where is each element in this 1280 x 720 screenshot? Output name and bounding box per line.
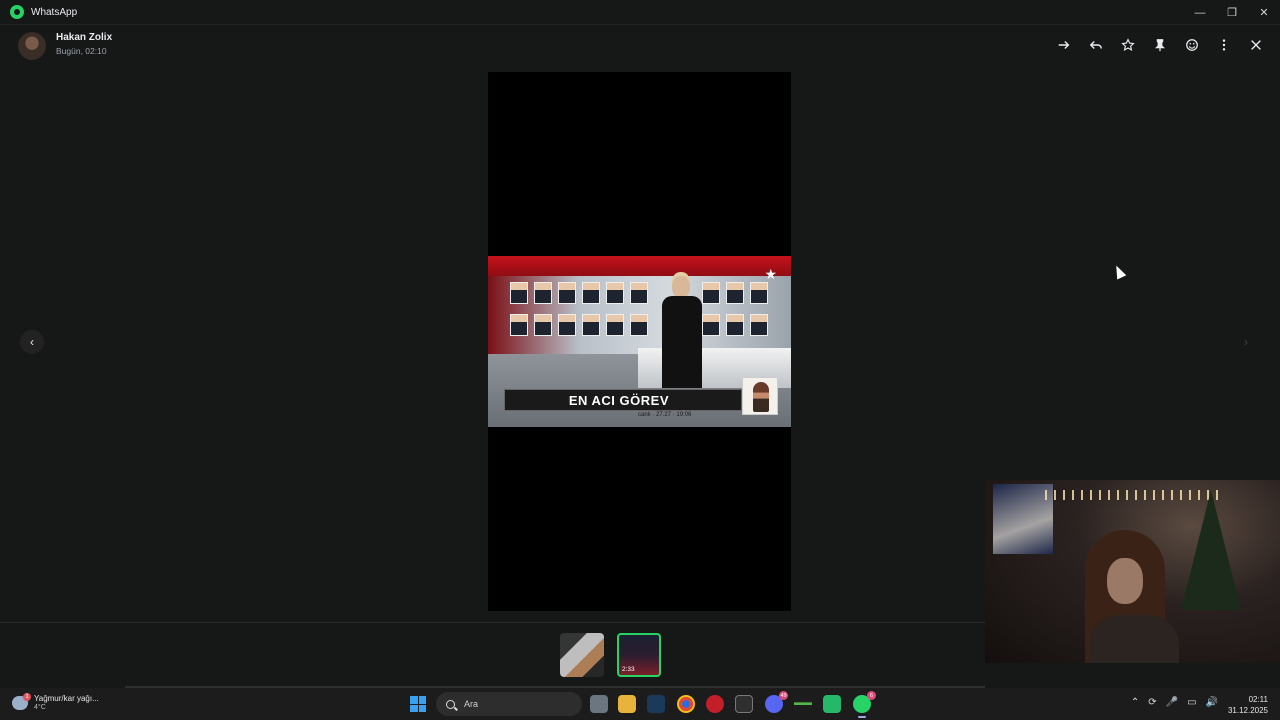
chrome-icon[interactable] xyxy=(677,695,695,713)
channel-logo-icon: ★ xyxy=(764,266,777,282)
steam-icon[interactable] xyxy=(647,695,665,713)
video-player[interactable]: ★ EN ACI GÖREV canlı · 27.27 · 19:06 xyxy=(488,72,791,611)
more-icon xyxy=(1222,39,1226,51)
media-viewer-header: Hakan Zolix Bugün, 02:10 xyxy=(0,25,1280,67)
studio-wall xyxy=(488,276,791,354)
video-ticker: canlı · 27.27 · 19:06 xyxy=(638,412,692,418)
weather-temperature: 4°C xyxy=(34,704,46,711)
clock[interactable]: 02:11 31.12.2025 xyxy=(1228,694,1268,716)
taskbar-search[interactable]: Ara xyxy=(436,692,582,716)
taskbar: 1 Yağmur/kar yağı... 4°C Ara 49 6 ⌃ ⟳ 🎤 … xyxy=(0,688,1280,720)
discord-icon[interactable]: 49 xyxy=(765,691,788,713)
system-tray: ⌃ ⟳ 🎤 ▭ 🔊 xyxy=(1131,697,1218,708)
star-icon xyxy=(1121,38,1135,52)
mouse-cursor-icon xyxy=(1111,263,1127,280)
weather-description: Yağmur/kar yağı... xyxy=(34,694,99,703)
webcam-overlay xyxy=(985,480,1280,663)
microphone-icon[interactable]: 🎤 xyxy=(1166,697,1178,708)
reply-button[interactable] xyxy=(1086,35,1106,55)
sign-language-box xyxy=(742,377,778,415)
reply-icon xyxy=(1089,41,1102,49)
window-controls: — ❐ ✕ xyxy=(1184,0,1280,25)
weather-badge: 1 xyxy=(23,692,31,701)
sender-time: Bugün, 02:10 xyxy=(56,46,107,56)
display-icon[interactable]: ▭ xyxy=(1187,697,1196,708)
terminal-icon[interactable] xyxy=(735,695,753,713)
more-options-button[interactable] xyxy=(1214,35,1234,55)
sync-icon[interactable]: ⟳ xyxy=(1148,697,1156,708)
search-placeholder: Ara xyxy=(464,699,479,709)
studio-red-band xyxy=(488,256,791,278)
restore-button[interactable]: ❐ xyxy=(1216,0,1248,25)
start-button[interactable] xyxy=(410,696,426,712)
close-viewer-button[interactable] xyxy=(1246,35,1266,55)
search-icon xyxy=(446,699,455,709)
react-button[interactable] xyxy=(1182,35,1202,55)
chevron-right-icon: › xyxy=(1244,335,1248,349)
previous-media-button[interactable]: ‹ xyxy=(20,330,44,354)
discord-badge: 49 xyxy=(779,691,788,700)
forward-icon xyxy=(1058,41,1070,49)
weather-widget[interactable]: 1 Yağmur/kar yağı... 4°C xyxy=(12,692,99,711)
speaker-icon[interactable]: 🔊 xyxy=(1206,697,1218,708)
video-frame: ★ EN ACI GÖREV canlı · 27.27 · 19:06 xyxy=(488,256,791,427)
forward-button[interactable] xyxy=(1054,35,1074,55)
whatsapp-badge: 6 xyxy=(867,691,876,700)
window-title: WhatsApp xyxy=(31,6,78,18)
clock-time: 02:11 xyxy=(1248,695,1268,704)
file-explorer-icon[interactable] xyxy=(618,695,636,713)
viewer-actions xyxy=(1054,35,1266,55)
avatar[interactable] xyxy=(18,32,46,60)
minimize-button[interactable]: — xyxy=(1184,0,1216,25)
star-button[interactable] xyxy=(1118,35,1138,55)
clock-date: 31.12.2025 xyxy=(1227,706,1268,715)
sender-info: Hakan Zolix Bugün, 02:10 xyxy=(56,32,112,56)
lower-third: EN ACI GÖREV xyxy=(504,389,742,411)
android-app-icon[interactable] xyxy=(823,695,841,713)
weather-icon: 1 xyxy=(12,692,31,710)
thumbnail-video-selected[interactable]: 2:33 xyxy=(617,633,661,677)
pin-button[interactable] xyxy=(1150,35,1170,55)
sender-name: Hakan Zolix xyxy=(56,32,113,43)
title-bar: WhatsApp — ❐ ✕ xyxy=(0,0,1280,25)
thumbnail-image[interactable] xyxy=(560,633,604,677)
next-media-button[interactable]: › xyxy=(1236,332,1256,352)
video-headline: EN ACI GÖREV xyxy=(568,392,669,408)
whatsapp-taskbar-icon[interactable]: 6 xyxy=(853,691,876,718)
task-view-icon[interactable] xyxy=(590,695,608,713)
news-presenter xyxy=(660,276,704,388)
pin-icon xyxy=(1155,39,1165,52)
chevron-up-icon[interactable]: ⌃ xyxy=(1131,697,1139,708)
close-window-button[interactable]: ✕ xyxy=(1248,0,1280,25)
close-icon xyxy=(1251,40,1261,50)
emoji-icon xyxy=(1186,39,1198,51)
opera-gx-icon[interactable] xyxy=(706,695,724,713)
chevron-left-icon: ‹ xyxy=(30,335,34,349)
video-duration: 2:33 xyxy=(622,666,635,673)
nvidia-icon[interactable] xyxy=(794,695,812,713)
whatsapp-logo-icon xyxy=(10,5,24,19)
